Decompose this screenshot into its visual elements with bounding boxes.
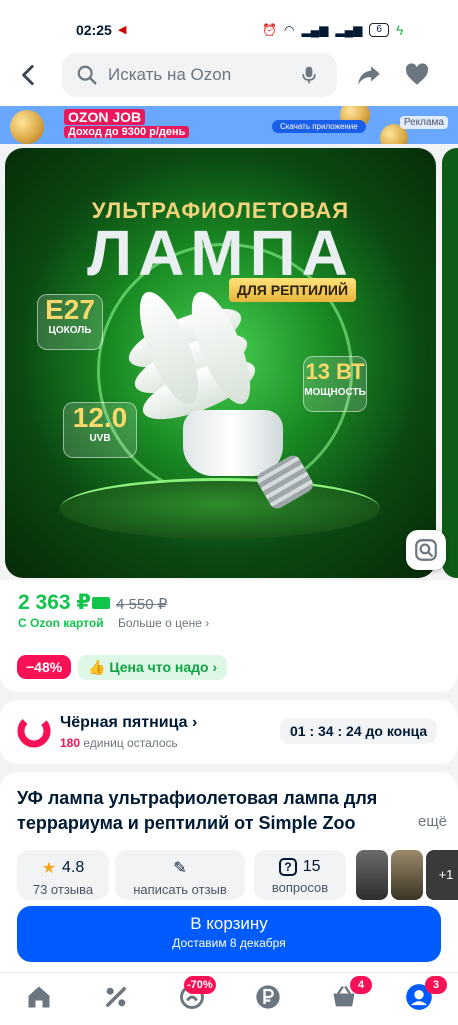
spec-socket-value: E27 [45,294,95,325]
spec-socket-label: ЦОКОЛЬ [48,325,92,336]
status-bar: 02:25 ◀ ⏰ ◠ ▂▄▆ ▂▄▆ 6 ϟ [0,0,458,44]
next-image-preview[interactable] [442,148,458,578]
microphone-icon[interactable] [299,64,319,86]
spec-uvb-label: UVB [89,433,111,444]
battery-icon: 6 [369,23,389,37]
add-to-cart-button[interactable]: В корзину Доставим 8 декабря [17,906,441,962]
product-info-card: УФ лампа ультрафиолетовая лампа для терр… [0,772,458,972]
ruble-icon[interactable] [254,983,282,1011]
review-photo-thumb[interactable] [356,850,388,900]
reviews-count: 73 отзыва [32,882,94,897]
status-icons: ⏰ ◠ ▂▄▆ ▂▄▆ 6 ϟ [262,22,403,38]
current-price: 2 363 ₽ [18,591,91,614]
product-title: УФ лампа ультрафиолетовая лампа для терр… [17,788,378,833]
charging-icon: ϟ [395,22,404,38]
coin-graphic [10,110,44,144]
discount-badge: −48% [17,655,72,679]
rating-tile[interactable]: ★ 4.8 73 отзыва [17,850,109,900]
old-price: 4 550 ₽ [116,596,168,613]
delivery-date: Доставим 8 декабря [172,936,286,950]
pencil-icon: ✎ [173,860,187,877]
image-headline-tag: ДЛЯ РЕПТИЛИЙ [229,278,357,302]
bottom-navigation: -70% 4 3 [0,972,458,1025]
good-price-badge[interactable]: 👍 Цена что надо › [78,655,228,680]
spec-socket: E27 ЦОКОЛЬ [37,294,103,350]
thumbs-up-icon: 👍 [88,659,110,675]
profile-badge: 3 [425,976,447,994]
write-review-label: написать отзыв [133,882,227,897]
discount-percent-icon[interactable] [102,983,130,1011]
image-search-button[interactable] [406,530,446,570]
rating-value: 4.8 [62,859,85,876]
cart-badge: 4 [350,976,372,994]
black-friday-card[interactable]: Чёрная пятница › 180 единиц осталось 01 … [0,700,458,764]
sale-badge: -70% [184,976,216,994]
status-time: 02:25 [76,22,112,38]
alarm-icon: ⏰ [262,23,277,37]
podium-graphic [60,478,380,539]
review-photo-thumb[interactable] [391,850,423,900]
top-bar: Искать на Ozon [0,44,458,106]
back-arrow-icon[interactable] [16,62,42,88]
wifi-icon: ◠ [283,23,295,37]
promo-timer: 01 : 34 : 24 до конца [280,718,438,744]
write-review-tile[interactable]: ✎ написать отзыв [115,850,245,900]
search-icon [77,65,97,85]
image-search-icon [415,539,437,561]
signal-icon-2: ▂▄▆ [335,23,363,37]
lamp-base [183,410,283,476]
add-to-cart-label: В корзину [190,914,268,933]
home-icon[interactable] [25,983,53,1011]
questions-label: вопросов [271,880,329,895]
product-image[interactable]: УЛЬТРАФИОЛЕТОВАЯ ЛАМПА ДЛЯ РЕПТИЛИЙ E27 … [5,148,436,578]
questions-count: 15 [302,858,321,875]
black-friday-logo-icon [17,714,51,748]
banner-brand: OZON JOB [64,109,146,125]
banner-slogan: Доход до 9300 р/день [64,126,190,138]
ad-banner[interactable]: OZON JOB Доход до 9300 р/день Скачать пр… [0,106,458,144]
promo-remaining: 180 единиц осталось [60,736,178,750]
favorite-heart-icon[interactable] [404,62,430,88]
questions-tile[interactable]: ? 15 вопросов [254,850,346,900]
share-icon[interactable] [356,62,382,88]
banner-cta-button[interactable]: Скачать приложение [272,120,366,133]
ozon-card-label: С Ozon картой [18,616,104,630]
title-more-link[interactable]: ещё [404,813,448,830]
question-icon: ? [279,858,297,876]
search-bar[interactable]: Искать на Ozon [62,53,337,97]
search-input[interactable]: Искать на Ozon [108,65,231,85]
ozon-card-icon [92,597,110,609]
spec-power-label: МОЩНОСТЬ [304,387,366,398]
spec-power-value: 13 ВТ [305,359,365,384]
promo-count: 180 [60,736,81,750]
spec-power: 13 ВТ МОЩНОСТЬ [303,356,367,412]
star-icon: ★ [41,860,57,877]
signal-icon: ▂▄▆ [301,23,329,37]
mute-icon: ◀ [118,24,127,36]
ad-label: Реклама [399,116,448,129]
review-photo-more[interactable]: +1 [426,850,458,900]
price-card: 2 363 ₽ 4 550 ₽ С Ozon картой Больше о ц… [0,580,458,692]
price-details-link[interactable]: Больше о цене › [118,616,209,630]
spec-uvb-value: 12.0 [72,402,128,433]
image-headline-main: ЛАМПА [87,217,354,289]
promo-remaining-label: единиц осталось [83,736,178,750]
promo-title: Чёрная пятница › [60,714,198,731]
good-price-label: Цена что надо › [109,659,218,675]
spec-uvb: 12.0 UVB [63,402,137,458]
